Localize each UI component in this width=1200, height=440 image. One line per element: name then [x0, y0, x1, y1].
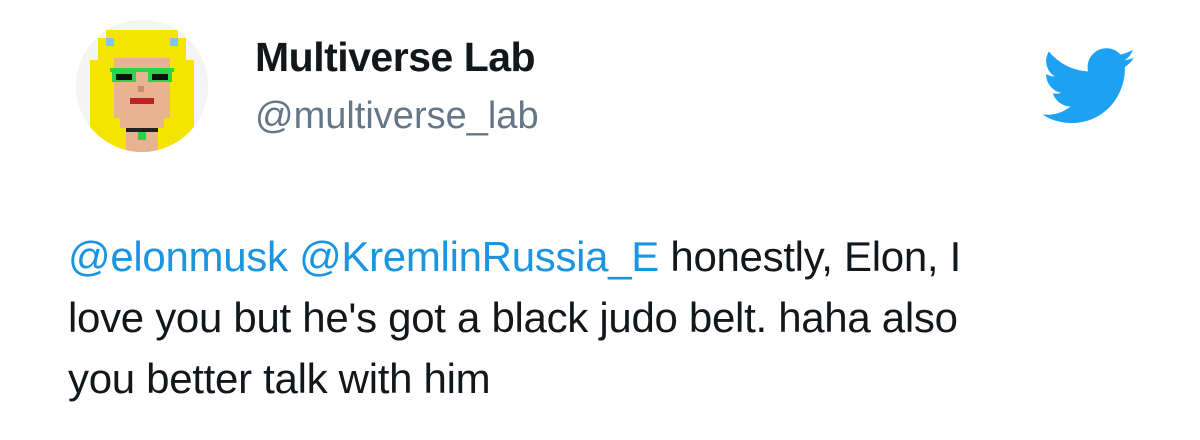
mention-link-kremlinrussia[interactable]: @KremlinRussia_E: [299, 233, 659, 280]
tweet-text: @elonmusk @KremlinRussia_E honestly, Elo…: [68, 226, 1168, 409]
display-name[interactable]: Multiverse Lab: [255, 34, 536, 81]
avatar[interactable]: [76, 20, 208, 152]
pixel-art-blonde-avatar-icon: [76, 20, 208, 152]
mention-link-elonmusk[interactable]: @elonmusk: [68, 233, 288, 280]
tweet-card: Multiverse Lab @multiverse_lab @elonmusk…: [0, 0, 1200, 440]
tweet-text-line-1: @elonmusk @KremlinRussia_E honestly, Elo…: [68, 226, 1168, 287]
tweet-text-segment: honestly, Elon, I: [659, 233, 962, 280]
tweet-text-line-2: love you but he's got a black judo belt.…: [68, 294, 958, 341]
user-handle[interactable]: @multiverse_lab: [255, 95, 539, 138]
tweet-text-line-3: you better talk with him: [68, 355, 491, 402]
twitter-bird-icon[interactable]: [1043, 47, 1137, 127]
